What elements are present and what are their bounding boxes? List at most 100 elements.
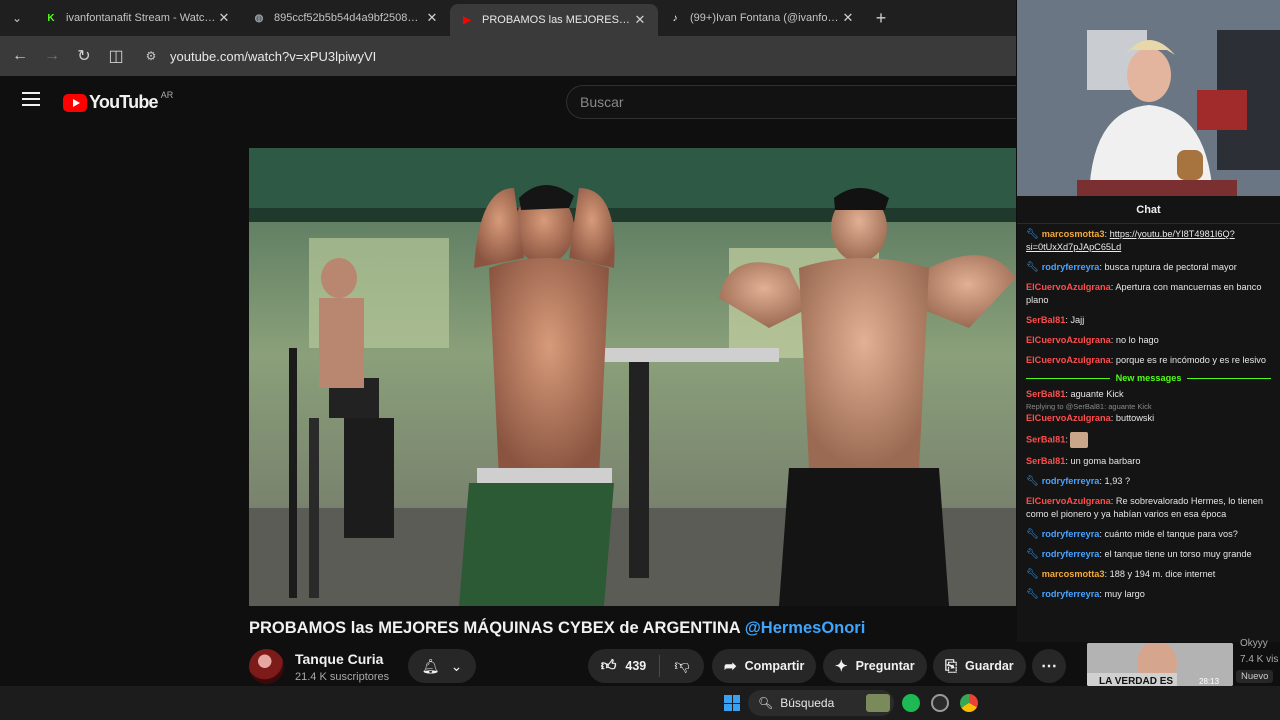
chat-username[interactable]: ElCuervoAzulgrana — [1026, 355, 1111, 365]
more-actions-button[interactable]: ⋯ — [1032, 649, 1066, 683]
site-settings-icon[interactable]: ⚙ — [140, 49, 162, 63]
browser-toolbar: ← → ↻ ◫ ⚙ youtube.com/watch?v=xPU3lpiwyV… — [0, 36, 1016, 76]
chat-username[interactable]: SerBal81 — [1026, 389, 1065, 399]
browser-tab[interactable]: ◍ 895ccf52b5b54d4a9bf25080f1ce7 ✕ — [242, 0, 450, 36]
subscriber-count: 21.4 K suscriptores — [295, 671, 390, 683]
chat-username[interactable]: ElCuervoAzulgrana — [1026, 335, 1111, 345]
chat-message: ElCuervoAzulgrana: Re sobrevalorado Herm… — [1026, 495, 1271, 521]
close-tab-icon[interactable]: ✕ — [216, 10, 232, 26]
windows-taskbar: 🔍︎ Búsqueda — [0, 686, 1280, 720]
chat-username[interactable]: marcosmotta3 — [1042, 229, 1105, 239]
close-tab-icon[interactable]: ✕ — [632, 12, 648, 28]
chat-username[interactable]: rodryferreyra — [1042, 262, 1100, 272]
ask-button[interactable]: ✦ Preguntar — [823, 649, 927, 683]
youtube-logo-text: YouTube — [89, 92, 159, 112]
reload-icon[interactable]: ↻ — [68, 36, 100, 76]
share-button[interactable]: ➦ Compartir — [712, 649, 817, 683]
wrench-badge-icon: 🔧︎ — [1026, 476, 1039, 487]
chat-text: buttowski — [1115, 413, 1155, 423]
chat-username[interactable]: rodryferreyra — [1042, 589, 1100, 599]
chrome-icon[interactable] — [960, 694, 978, 712]
chat-username[interactable]: ElCuervoAzulgrana — [1026, 496, 1111, 506]
thumbnail-text: LA VERDAD ES — [1099, 676, 1173, 686]
chat-text: aguante Kick — [1070, 389, 1124, 399]
chat-username[interactable]: SerBal81 — [1026, 456, 1065, 466]
new-tab-button[interactable]: + — [866, 8, 896, 29]
tab-title: 895ccf52b5b54d4a9bf25080f1ce7 — [274, 12, 424, 24]
chat-username[interactable]: rodryferreyra — [1042, 529, 1100, 539]
recommended-thumbnail[interactable]: LA VERDAD ES 28:13 — [1087, 643, 1233, 686]
address-bar[interactable]: ⚙ youtube.com/watch?v=xPU3lpiwyVI — [140, 41, 1016, 71]
chat-text: 188 y 194 m. dice internet — [1109, 569, 1216, 579]
notifications-button[interactable]: 🔔︎ ⌄ — [408, 649, 476, 683]
chat-message: SerBal81: — [1026, 432, 1271, 448]
recommended-video[interactable]: LA VERDAD ES 28:13 Okyyy 7.4 K vis Nuevo — [1085, 638, 1280, 686]
wrench-badge-icon: 🔧︎ — [1026, 569, 1039, 580]
chat-text: Jajj — [1070, 315, 1085, 325]
dislike-button[interactable]: 👎︎ — [660, 657, 704, 675]
globe-icon: ◍ — [254, 12, 264, 24]
chat-text: busca ruptura de pectoral mayor — [1104, 262, 1237, 272]
recommended-title[interactable]: Okyyy — [1240, 638, 1268, 649]
close-tab-icon[interactable]: ✕ — [424, 10, 440, 26]
bell-icon: 🔔︎ — [421, 657, 440, 674]
forward-arrow-icon[interactable]: → — [36, 36, 68, 76]
chat-text: cuánto mide el tanque para vos? — [1104, 529, 1238, 539]
chat-username[interactable]: ElCuervoAzulgrana — [1026, 282, 1111, 292]
windows-start-icon[interactable] — [724, 695, 740, 711]
chat-message: 🔧︎ marcosmotta3: https://youtu.be/YI8T498… — [1026, 228, 1271, 254]
close-tab-icon[interactable]: ✕ — [840, 10, 856, 26]
chat-username[interactable]: SerBal81 — [1026, 434, 1065, 444]
chat-username[interactable]: rodryferreyra — [1042, 476, 1100, 486]
menu-icon[interactable] — [22, 92, 40, 106]
browser-tab[interactable]: ♪ (99+)Ivan Fontana (@ivanfontanafit✕ — [658, 0, 866, 36]
search-placeholder: Buscar — [580, 94, 624, 110]
new-messages-divider: New messages — [1026, 373, 1272, 383]
chat-username[interactable]: marcosmotta3 — [1042, 569, 1105, 579]
tab-search-chevron-icon[interactable]: ⌄ — [0, 0, 34, 36]
save-label: Guardar — [965, 659, 1014, 673]
mention-link[interactable]: @HermesOnori — [745, 619, 866, 637]
thumbs-up-icon: 👍︎ — [600, 657, 617, 674]
chat-header: Chat — [1017, 196, 1280, 224]
chat-message: 🔧︎ rodryferreyra: el tanque tiene un tors… — [1026, 548, 1271, 561]
chat-message: 🔧︎ rodryferreyra: 1,93 ? — [1026, 475, 1271, 488]
wrench-badge-icon: 🔧︎ — [1026, 529, 1039, 540]
duration-text: 28:13 — [1199, 677, 1220, 686]
back-arrow-icon[interactable]: ← — [4, 36, 36, 76]
tab-title: PROBAMOS las MEJORES MÁQUINAS — [482, 14, 632, 26]
app-icon[interactable] — [931, 694, 949, 712]
channel-avatar[interactable] — [249, 649, 284, 684]
emote-image — [1070, 432, 1089, 448]
channel-name[interactable]: Tanque Curia — [295, 651, 389, 667]
chat-username[interactable]: ElCuervoAzulgrana — [1026, 413, 1111, 423]
chat-text: no lo hago — [1115, 335, 1159, 345]
video-player[interactable] — [249, 148, 1016, 606]
country-code: AR — [160, 89, 174, 100]
wrench-badge-icon: 🔧︎ — [1026, 549, 1039, 560]
split-view-icon[interactable]: ◫ — [100, 36, 132, 76]
search-input[interactable]: Buscar — [566, 85, 1016, 119]
taskbar-search[interactable]: 🔍︎ Búsqueda — [748, 690, 894, 716]
spotify-icon[interactable] — [902, 694, 920, 712]
youtube-logo[interactable]: YouTube AR — [63, 89, 174, 113]
new-badge: Nuevo — [1236, 670, 1274, 683]
video-frame — [249, 148, 1016, 606]
chat-messages[interactable]: 🔧︎ marcosmotta3: https://youtu.be/YI8T498… — [1017, 224, 1280, 601]
screen: ⌄ Kivanfontanafit Stream - Watch Live✕ ◍ 8… — [0, 0, 1280, 720]
chat-username[interactable]: rodryferreyra — [1042, 549, 1100, 559]
chat-message: SerBal81: aguante Kick — [1026, 388, 1271, 401]
like-dislike-group: 👍︎ 439 👎︎ — [588, 649, 704, 683]
chat-username[interactable]: SerBal81 — [1026, 315, 1065, 325]
webcam-image — [1017, 0, 1280, 196]
browser-tab[interactable]: Kivanfontanafit Stream - Watch Live✕ — [34, 0, 242, 36]
thumbnail-image: LA VERDAD ES 28:13 — [1087, 643, 1233, 686]
chat-panel: Chat 🔧︎ marcosmotta3: https://youtu.be/YI… — [1017, 196, 1280, 642]
youtube-icon: ▶ — [463, 14, 471, 26]
browser-tab[interactable]: ▶ PROBAMOS las MEJORES MÁQUINAS✕ — [450, 4, 658, 36]
tab-title: (99+)Ivan Fontana (@ivanfontanafit — [690, 12, 840, 24]
search-icon: 🔍︎ — [758, 696, 774, 710]
tab-title: ivanfontanafit Stream - Watch Live — [66, 12, 216, 24]
like-button[interactable]: 👍︎ 439 — [588, 655, 660, 677]
save-button[interactable]: ⎘ Guardar — [933, 649, 1026, 683]
